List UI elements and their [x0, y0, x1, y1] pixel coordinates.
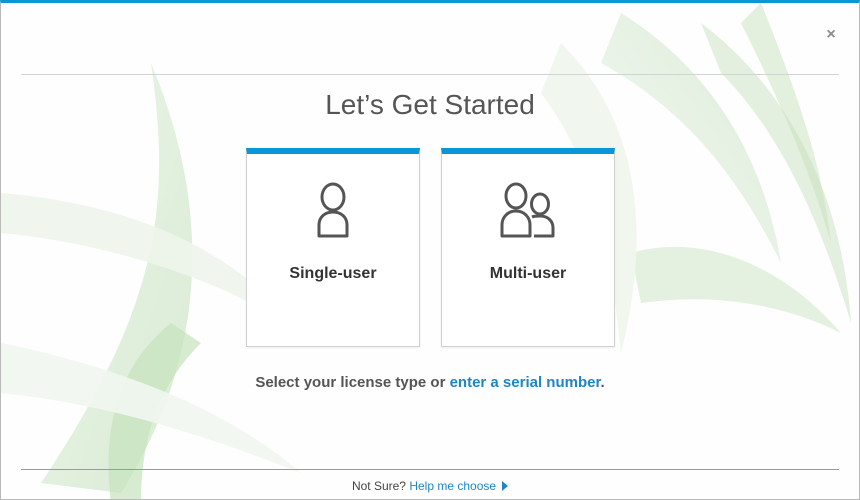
footer-divider — [21, 469, 839, 470]
footer: Not Sure? Help me choose — [1, 479, 859, 493]
license-dialog: × Let’s Get Started Single-user Multi-us… — [0, 0, 860, 500]
close-icon: × — [826, 26, 836, 43]
page-title: Let’s Get Started — [325, 89, 535, 120]
single-user-icon — [247, 179, 419, 244]
license-prompt: Select your license type or enter a seri… — [1, 374, 859, 391]
multi-user-icon — [442, 179, 614, 244]
close-button[interactable]: × — [823, 27, 839, 43]
prompt-period: . — [600, 374, 605, 391]
help-me-choose-label: Help me choose — [409, 479, 497, 493]
single-user-label: Single-user — [289, 265, 377, 282]
multi-user-label: Multi-user — [489, 265, 567, 282]
prompt-text: Select your license type or — [255, 374, 450, 391]
help-me-choose-link[interactable]: Help me choose — [409, 479, 509, 493]
multi-user-card[interactable]: Multi-user — [441, 148, 615, 347]
single-user-card[interactable]: Single-user — [246, 148, 420, 347]
enter-serial-number-link[interactable]: enter a serial number — [450, 374, 601, 391]
header-divider — [21, 74, 839, 75]
not-sure-label: Not Sure? — [351, 479, 406, 493]
triangle-right-icon — [502, 481, 509, 491]
background-artwork — [1, 3, 851, 499]
